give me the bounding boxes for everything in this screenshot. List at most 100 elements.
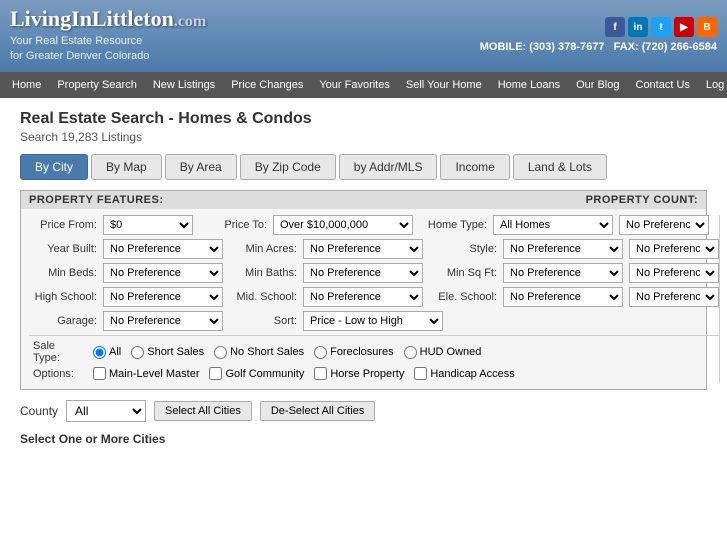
logo-area: LivingInLittleton.com Your Real Estate R…: [10, 6, 206, 65]
high-school-select[interactable]: No Preference: [103, 287, 223, 307]
min-acres-select[interactable]: No Preference: [303, 239, 423, 259]
tagline-line2: for Greater Denver Colorado: [10, 50, 149, 62]
tab-by-addr-mls[interactable]: by Addr/MLS: [339, 154, 438, 180]
sale-type-row: Sale Type: All Short Sales No Short Sale…: [29, 340, 719, 364]
mid-school-label: Mid. School:: [229, 291, 297, 303]
sort-select[interactable]: Price - Low to High: [303, 311, 443, 331]
year-built-select[interactable]: No Preference: [103, 239, 223, 259]
nav-home-loans[interactable]: Home Loans: [490, 72, 568, 98]
search-tabs: By City By Map By Area By Zip Code by Ad…: [20, 154, 707, 180]
features-right-panel: 19,283 Start Search...: [719, 215, 727, 383]
divider: [29, 335, 719, 336]
garage-select[interactable]: No Preference: [103, 311, 223, 331]
sale-type-all[interactable]: All: [93, 346, 121, 359]
option-handicap-access[interactable]: Handicap Access: [414, 367, 514, 380]
option-horse-property[interactable]: Horse Property: [314, 367, 404, 380]
social-icons: f in t ▶ B: [480, 17, 717, 37]
deselect-all-cities-button[interactable]: De-Select All Cities: [260, 401, 376, 421]
option-golf-community[interactable]: Golf Community: [209, 367, 304, 380]
main-content: Real Estate Search - Homes & Condos Sear…: [0, 98, 727, 458]
tagline-line1: Your Real Estate Resource: [10, 35, 142, 47]
header: LivingInLittleton.com Your Real Estate R…: [0, 0, 727, 72]
min-sqft-extra-select[interactable]: No Preference: [629, 263, 719, 283]
tagline: Your Real Estate Resource for Greater De…: [10, 34, 206, 65]
select-cities-label: Select One or More Cities: [20, 432, 707, 446]
tab-by-map[interactable]: By Map: [91, 154, 162, 180]
nav-log-in[interactable]: Log In: [698, 72, 727, 98]
tab-income[interactable]: Income: [440, 154, 509, 180]
blogger-icon[interactable]: B: [697, 17, 717, 37]
county-row: County All Select All Cities De-Select A…: [20, 400, 707, 422]
style-label: Style:: [429, 243, 497, 255]
contact-phone: MOBILE: (303) 378-7677 FAX: (720) 266-65…: [480, 41, 717, 53]
nav: Home Property Search New Listings Price …: [0, 72, 727, 98]
feature-row-4: High School: No Preference Mid. School: …: [29, 287, 719, 307]
features-header-left: PROPERTY FEATURES:: [29, 194, 164, 206]
county-select[interactable]: All: [66, 400, 146, 422]
nav-price-changes[interactable]: Price Changes: [223, 72, 311, 98]
min-baths-label: Min Baths:: [229, 267, 297, 279]
tab-by-city[interactable]: By City: [20, 154, 88, 180]
mobile-number: MOBILE: (303) 378-7677: [480, 41, 605, 53]
sale-type-foreclosures[interactable]: Foreclosures: [314, 346, 394, 359]
home-type-select[interactable]: All Homes: [493, 215, 613, 235]
sale-type-no-short-sales[interactable]: No Short Sales: [214, 346, 304, 359]
home-type-extra-select[interactable]: No Preference: [619, 215, 709, 235]
select-all-cities-button[interactable]: Select All Cities: [154, 401, 252, 421]
option-main-level-master[interactable]: Main-Level Master: [93, 367, 199, 380]
county-label: County: [20, 404, 58, 418]
mid-school-select[interactable]: No Preference: [303, 287, 423, 307]
features-grid: Price From: $0 Price To: Over $10,000,00…: [29, 215, 698, 383]
min-baths-select[interactable]: No Preference: [303, 263, 423, 283]
contact-area: f in t ▶ B MOBILE: (303) 378-7677 FAX: (…: [480, 17, 717, 53]
fax-number: FAX: (720) 266-6584: [614, 41, 717, 53]
nav-our-blog[interactable]: Our Blog: [568, 72, 627, 98]
features-box: PROPERTY FEATURES: PROPERTY COUNT: Price…: [20, 190, 707, 390]
features-body: Price From: $0 Price To: Over $10,000,00…: [21, 209, 706, 389]
min-acres-label: Min Acres:: [229, 243, 297, 255]
garage-label: Garage:: [29, 315, 97, 327]
logo: LivingInLittleton.com: [10, 6, 206, 32]
home-type-label: Home Type:: [419, 219, 487, 231]
nav-home[interactable]: Home: [4, 72, 49, 98]
tab-by-zip-code[interactable]: By Zip Code: [240, 154, 336, 180]
sort-label: Sort:: [229, 315, 297, 327]
sale-type-label: Sale Type:: [33, 340, 83, 364]
logo-suffix: .com: [174, 13, 206, 30]
features-header-right: PROPERTY COUNT:: [586, 194, 698, 206]
year-built-label: Year Built:: [29, 243, 97, 255]
options-label: Options:: [33, 368, 83, 380]
options-row: Options: Main-Level Master Golf Communit…: [29, 367, 719, 380]
tab-by-area[interactable]: By Area: [165, 154, 237, 180]
ele-school-extra-select[interactable]: No Preference: [629, 287, 719, 307]
style-select[interactable]: No Preference: [503, 239, 623, 259]
high-school-label: High School:: [29, 291, 97, 303]
twitter-icon[interactable]: t: [651, 17, 671, 37]
nav-contact-us[interactable]: Contact Us: [628, 72, 698, 98]
nav-property-search[interactable]: Property Search: [49, 72, 144, 98]
min-sqft-select[interactable]: No Preference: [503, 263, 623, 283]
sale-type-short-sales[interactable]: Short Sales: [131, 346, 204, 359]
sale-type-hud-owned[interactable]: HUD Owned: [404, 346, 482, 359]
linkedin-icon[interactable]: in: [628, 17, 648, 37]
facebook-icon[interactable]: f: [605, 17, 625, 37]
price-to-label: Price To:: [199, 219, 267, 231]
ele-school-select[interactable]: No Preference: [503, 287, 623, 307]
nav-sell-your-home[interactable]: Sell Your Home: [398, 72, 490, 98]
price-to-select[interactable]: Over $10,000,000: [273, 215, 413, 235]
min-beds-select[interactable]: No Preference: [103, 263, 223, 283]
page-title: Real Estate Search - Homes & Condos: [20, 110, 707, 128]
nav-your-favorites[interactable]: Your Favorites: [311, 72, 398, 98]
price-from-select[interactable]: $0: [103, 215, 193, 235]
min-sqft-label: Min Sq Ft:: [429, 267, 497, 279]
youtube-icon[interactable]: ▶: [674, 17, 694, 37]
tab-land-lots[interactable]: Land & Lots: [513, 154, 607, 180]
features-left: Price From: $0 Price To: Over $10,000,00…: [29, 215, 719, 383]
nav-new-listings[interactable]: New Listings: [145, 72, 223, 98]
style-extra-select[interactable]: No Preference: [629, 239, 719, 259]
listing-count: Search 19,283 Listings: [20, 130, 707, 144]
min-beds-label: Min Beds:: [29, 267, 97, 279]
feature-row-3: Min Beds: No Preference Min Baths: No Pr…: [29, 263, 719, 283]
feature-row-5: Garage: No Preference Sort: Price - Low …: [29, 311, 719, 331]
feature-row-1: Price From: $0 Price To: Over $10,000,00…: [29, 215, 719, 235]
